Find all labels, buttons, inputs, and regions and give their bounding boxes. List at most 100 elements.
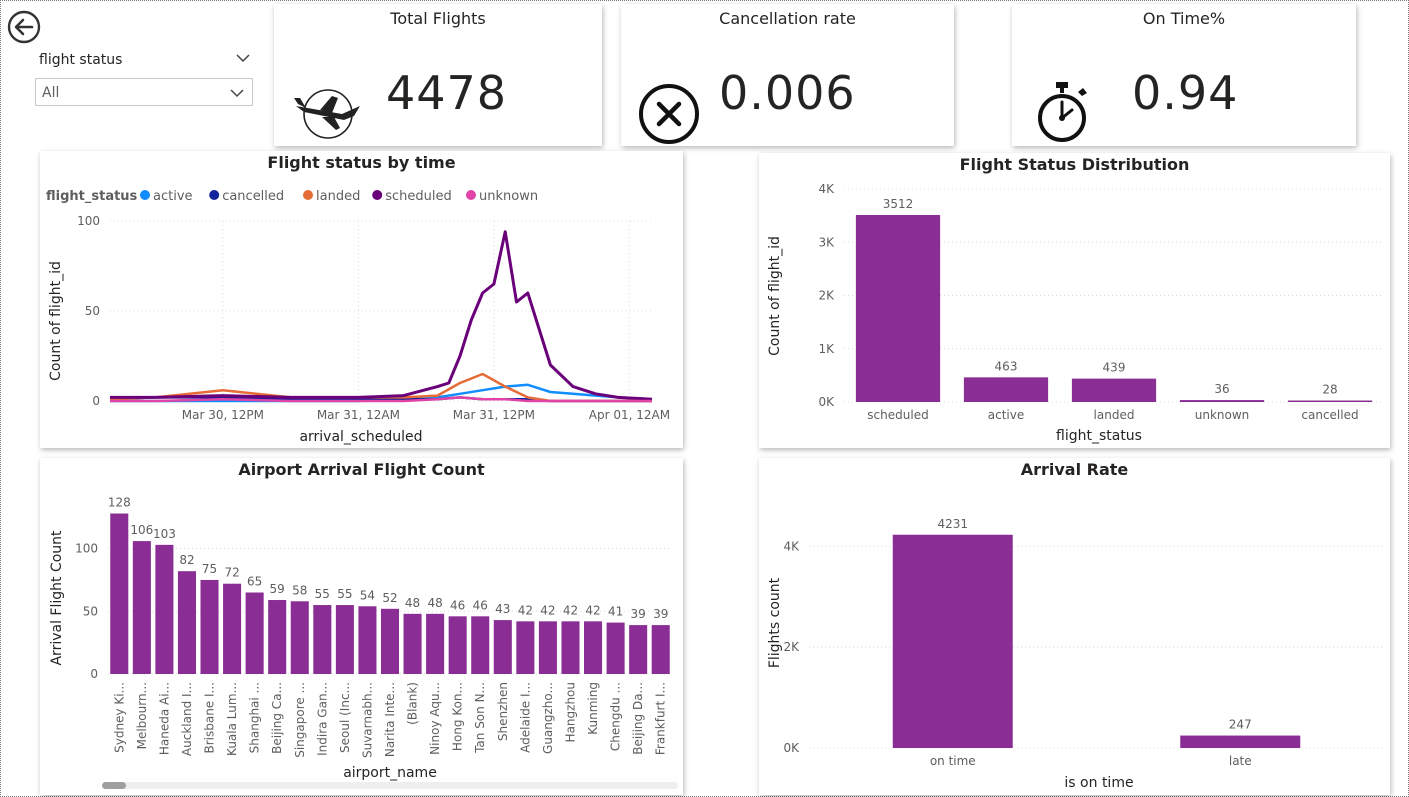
kpi-card-cancellation-rate[interactable]: Cancellation rate 0.006 [621, 4, 954, 146]
x-tick-label: Seoul (Inc... [338, 682, 352, 753]
stopwatch-icon [1038, 82, 1087, 142]
data-label: 58 [292, 583, 307, 597]
legend-marker-landed [303, 190, 313, 200]
x-tick-label: landed [1094, 408, 1135, 422]
data-label: 36 [1214, 382, 1229, 396]
bar-Shanghai ... [245, 592, 264, 674]
bar-Adelaide I... [516, 621, 535, 674]
slicer-dropdown[interactable]: All [35, 78, 253, 106]
x-tick-label: Suvarnabh... [360, 682, 374, 758]
bar-Kuala Lum... [223, 583, 242, 674]
kpi-card-on-time[interactable]: On Time% 0.94 [1012, 4, 1356, 146]
data-label: 3512 [883, 197, 914, 211]
data-label: 41 [608, 605, 623, 619]
x-tick-label: Ninoy Aqu... [428, 682, 442, 755]
kpi-value: 4478 [386, 66, 508, 120]
scrollbar-track [102, 782, 678, 789]
bar-Sydney Ki... [110, 513, 129, 674]
x-tick-label: Chengdu ... [609, 682, 623, 751]
x-tick-label: Singapore ... [293, 682, 307, 758]
data-label: 439 [1103, 361, 1126, 375]
y-tick-label: 0 [90, 667, 98, 681]
x-tick-label: Narita Inte... [383, 682, 397, 757]
bar-on time [892, 534, 1013, 748]
airport-arrival-card[interactable]: Airport Arrival Flight Count 0 50 100 128 Sy… [40, 458, 683, 795]
legend-title: flight_status [46, 189, 138, 204]
airplane-icon [294, 89, 360, 139]
data-label: 42 [563, 603, 578, 617]
kpi-title: Total Flights [390, 9, 486, 28]
kpi-title: On Time% [1142, 9, 1226, 28]
x-tick-label: Adelaide I... [518, 682, 532, 753]
x-tick-label: Tan Son N... [473, 682, 487, 754]
x-axis-label: airport_name [343, 765, 437, 781]
data-label: 39 [653, 607, 668, 621]
flight-status-slicer: flight status All [29, 45, 264, 113]
data-label: 65 [247, 575, 262, 589]
y-axis-label: Arrival Flight Count [49, 530, 65, 666]
chevron-down-icon[interactable] [236, 52, 250, 64]
legend-label-active: active [153, 189, 193, 204]
data-label: 39 [631, 607, 646, 621]
kpi-card-total-flights[interactable]: Total Flights 4478 [274, 4, 602, 146]
data-label: 103 [153, 527, 176, 541]
back-arrow-icon[interactable] [7, 10, 41, 44]
y-tick-label: 0K [783, 741, 800, 755]
bar-Hangzhou [561, 621, 580, 674]
bar-scheduled [855, 214, 941, 402]
bar-Ninoy Aqu... [426, 613, 445, 674]
x-axis-label: arrival_scheduled [299, 429, 422, 445]
bar-Tan Son N... [471, 616, 490, 674]
arrival-rate-card[interactable]: Arrival Rate 0K 2K 4K 4231 on time 247 late is … [759, 458, 1390, 795]
y-tick-label: 0K [818, 395, 835, 409]
x-tick-label: Beijing Ca... [270, 682, 284, 754]
kpi-value: 0.006 [719, 66, 856, 120]
x-tick-label: late [1229, 754, 1252, 768]
y-tick-label: 4K [818, 182, 835, 196]
flight-status-by-time-card[interactable]: Flight status by time flight_status activ… [40, 151, 683, 448]
slicer-selected-value: All [42, 85, 60, 101]
y-axis-label: Count of flight_id [767, 236, 783, 356]
bar-Singapore ... [290, 601, 309, 674]
bar-chart: 0 50 100 128 Sydney Ki... 106 Melbourn... 103 Ha… [49, 496, 678, 789]
bar-chart: 0K 2K 4K 4231 on time 247 late is on time Flight… [767, 517, 1384, 791]
x-tick-label: Apr 01, 12AM [589, 408, 670, 422]
bar-Suvarnabh... [358, 606, 377, 674]
data-label: 46 [473, 598, 488, 612]
chevron-down-icon[interactable] [230, 87, 244, 99]
data-label: 55 [337, 587, 352, 601]
bar-Kunming [584, 621, 603, 674]
scrollbar-thumb[interactable] [102, 782, 126, 789]
data-label: 75 [202, 562, 217, 576]
y-axis-label: Flights count [767, 577, 783, 668]
x-tick-label: Shenzhen [496, 682, 510, 741]
y-tick-label: 4K [783, 539, 800, 553]
x-tick-label: Hong Kon... [451, 682, 465, 751]
y-tick-label: 3K [818, 235, 835, 249]
x-tick-label: Shanghai ... [248, 682, 262, 753]
report-canvas: flight status All Total Flights 4478 Can… [0, 0, 1409, 797]
x-tick-label: Sydney Ki... [112, 682, 126, 753]
legend-marker-cancelled [209, 190, 220, 200]
x-tick-label: Beijing Da... [631, 682, 645, 755]
legend-marker-unknown [466, 190, 476, 200]
bar-Chengdu ... [606, 622, 625, 674]
data-label: 52 [382, 591, 397, 605]
data-label: 4231 [937, 517, 968, 531]
x-tick-label: scheduled [867, 408, 928, 422]
y-tick-label: 2K [818, 289, 835, 303]
y-tick-label: 2K [783, 640, 800, 654]
legend-label-scheduled: scheduled [385, 189, 452, 204]
legend-marker-active [140, 190, 150, 200]
x-tick-label: Indira Gan... [315, 682, 329, 756]
bar-Frankfurt I... [651, 625, 670, 674]
legend-label-unknown: unknown [479, 189, 538, 204]
data-label: 54 [360, 588, 375, 602]
flight-status-distribution-card[interactable]: Flight Status Distribution 0K 1K 2K 3K 4K 351… [759, 153, 1390, 448]
bar-Beijing Ca... [268, 600, 287, 674]
y-tick-label: 50 [83, 604, 98, 618]
line-chart: flight_status active cancelled landed schedu… [46, 189, 670, 445]
bar-Seoul (Inc... [335, 605, 354, 674]
data-label: 43 [495, 602, 510, 616]
x-tick-label: Mar 31, 12PM [453, 408, 535, 422]
